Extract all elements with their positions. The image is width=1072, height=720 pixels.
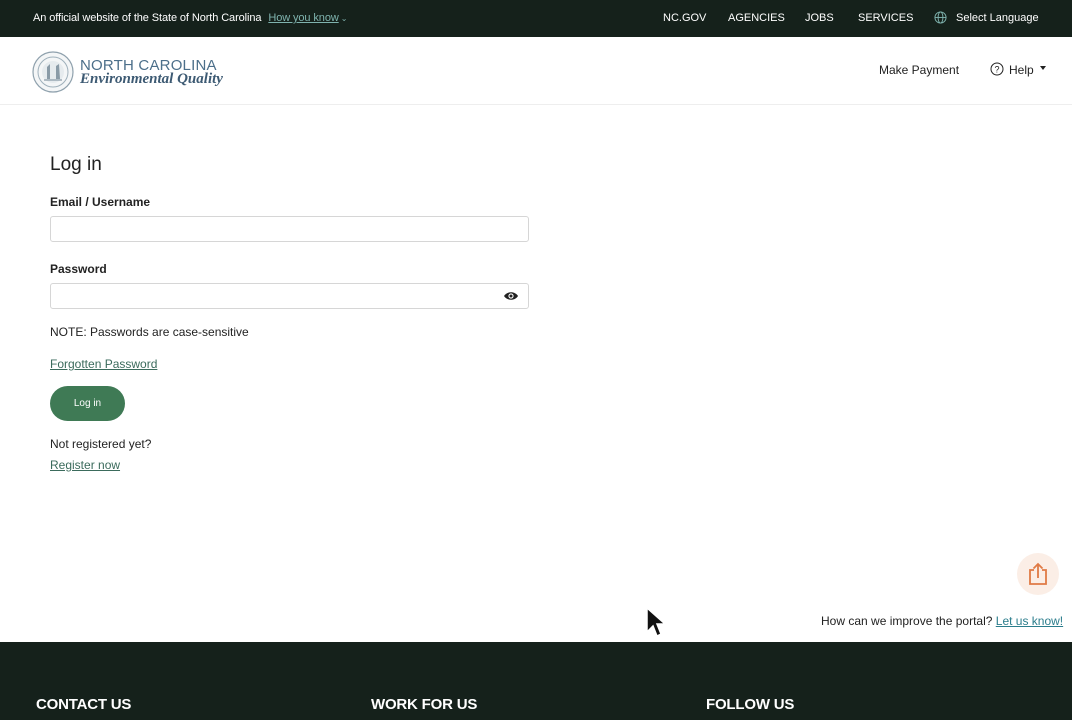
site-header: NORTH CAROLINA Environmental Quality Mak… (0, 37, 1072, 105)
seal-logo[interactable] (32, 51, 74, 93)
how-you-know-link[interactable]: How you know ⌄ (268, 12, 347, 24)
feedback-prompt-text: How can we improve the portal? (821, 614, 993, 628)
nc-gov-link[interactable]: NC.GOV (663, 12, 706, 24)
chevron-down-icon: ⌄ (340, 14, 348, 23)
help-circle-icon[interactable]: ? (990, 62, 1004, 76)
email-field[interactable] (50, 216, 529, 242)
globe-icon[interactable] (934, 11, 947, 24)
svg-text:?: ? (994, 64, 999, 74)
select-language-link[interactable]: Select Language (956, 12, 1039, 24)
eye-icon[interactable] (503, 290, 519, 302)
footer-contact-us-heading: CONTACT US (36, 696, 132, 713)
official-site-text: An official website of the State of Nort… (33, 12, 262, 24)
password-label: Password (50, 262, 107, 276)
footer-work-for-us-heading: WORK FOR US (371, 696, 478, 713)
caret-down-icon[interactable] (1040, 66, 1046, 70)
password-case-note: NOTE: Passwords are case-sensitive (50, 325, 249, 339)
make-payment-link[interactable]: Make Payment (879, 63, 959, 77)
register-now-link[interactable]: Register now (50, 458, 120, 472)
share-feedback-button[interactable] (1017, 553, 1059, 595)
official-site-notice: An official website of the State of Nort… (33, 12, 347, 24)
login-button[interactable]: Log in (50, 386, 125, 421)
not-registered-text: Not registered yet? (50, 437, 152, 451)
password-field[interactable] (50, 283, 529, 309)
logo-department-name: Environmental Quality (80, 71, 223, 87)
help-menu-button[interactable]: Help (1009, 63, 1034, 77)
agencies-link[interactable]: AGENCIES (728, 12, 785, 24)
footer-follow-us-heading: FOLLOW US (706, 696, 795, 713)
email-label: Email / Username (50, 195, 151, 209)
services-link[interactable]: SERVICES (858, 12, 913, 24)
mouse-pointer-icon (646, 606, 667, 638)
page-title: Log in (50, 154, 102, 175)
feedback-prompt: How can we improve the portal? Let us kn… (821, 614, 1063, 628)
let-us-know-link[interactable]: Let us know! (996, 614, 1063, 628)
jobs-link[interactable]: JOBS (805, 12, 834, 24)
share-upload-icon (1029, 562, 1047, 585)
forgotten-password-link[interactable]: Forgotten Password (50, 357, 157, 371)
official-gov-banner: An official website of the State of Nort… (0, 0, 1072, 37)
site-footer: CONTACT US WORK FOR US FOLLOW US (0, 642, 1072, 720)
